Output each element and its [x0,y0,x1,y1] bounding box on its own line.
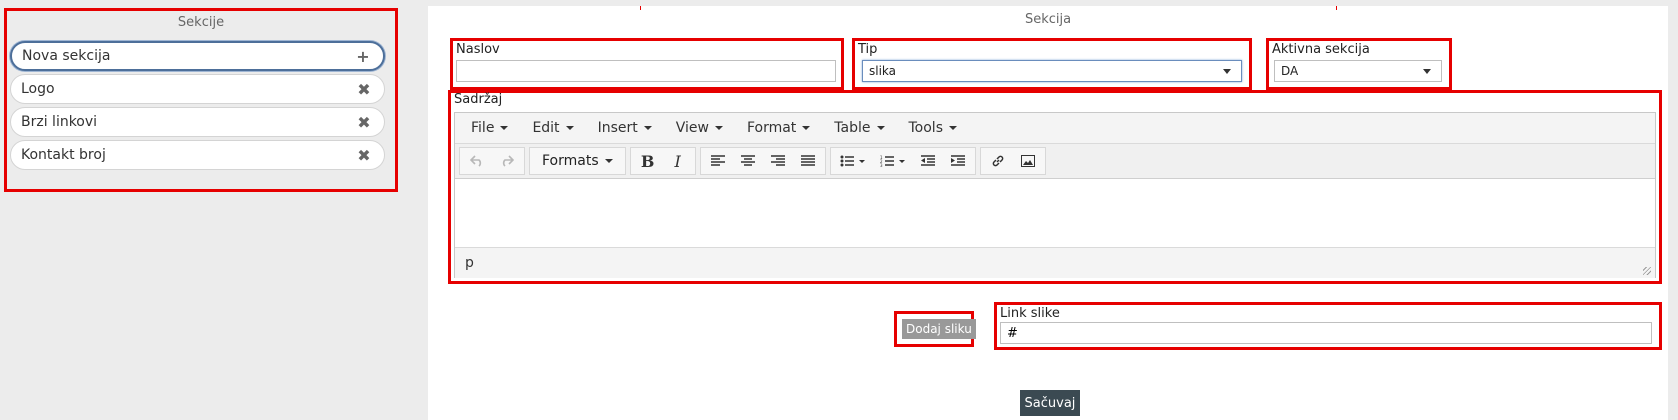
chevron-down-icon [604,159,613,163]
section-item-logo[interactable]: Logo ✖ [10,74,385,104]
aktivna-value: DA [1281,64,1299,78]
element-path[interactable]: p [465,255,474,271]
aktivna-group: Aktivna sekcija DA [1266,38,1452,90]
tip-group: Tip slika [852,38,1252,90]
redo-icon[interactable] [492,149,522,173]
plus-icon[interactable]: + [353,47,373,66]
align-center-icon[interactable] [733,149,763,173]
sadrzaj-label: Sadržaj [454,92,503,107]
bullet-list-icon[interactable] [833,149,873,173]
menu-format[interactable]: Format [735,120,822,136]
align-left-icon[interactable] [703,149,733,173]
bold-icon[interactable]: B [633,149,663,173]
section-label: Nova sekcija [22,48,111,64]
resize-handle-icon[interactable] [1643,267,1651,275]
chevron-down-icon [802,126,811,130]
editor-statusbar: p [455,248,1655,278]
chevron-down-icon [565,126,574,130]
section-editor-panel: Sekcija Naslov Tip slika Aktivna sekcija… [428,6,1668,420]
aktivna-label: Aktivna sekcija [1272,42,1370,57]
section-label: Brzi linkovi [21,114,98,130]
indent-icon[interactable] [943,149,973,173]
section-label: Logo [21,81,55,97]
chevron-down-icon [1223,68,1231,74]
aktivna-select[interactable]: DA [1274,60,1442,82]
naslov-input[interactable] [456,60,836,82]
link-slike-label: Link slike [1000,306,1060,321]
menu-view[interactable]: View [664,120,735,136]
chevron-down-icon [949,126,957,130]
naslov-label: Naslov [456,42,500,57]
undo-icon[interactable] [462,149,492,173]
image-icon[interactable] [1013,149,1043,173]
tip-label: Tip [858,42,878,57]
tip-value: slika [869,64,897,78]
section-item-brzi-linkovi[interactable]: Brzi linkovi ✖ [10,107,385,137]
link-icon[interactable] [983,149,1013,173]
editor-toolbar: Formats B I 123 [455,144,1655,179]
link-slike-input[interactable] [1000,322,1652,344]
section-item-kontakt-broj[interactable]: Kontakt broj ✖ [10,140,385,170]
marker-tick [640,6,641,10]
close-icon[interactable]: ✖ [354,113,374,132]
rich-text-editor: File Edit Insert View Format Table Tools [454,112,1656,278]
chevron-down-icon [500,126,509,130]
add-image-button[interactable]: Dodaj sliku [902,319,976,339]
menu-insert[interactable]: Insert [586,120,664,136]
sections-panel: Sekcije Nova sekcija + Logo ✖ Brzi linko… [4,8,398,192]
numbered-list-icon[interactable]: 123 [873,149,913,173]
marker-tick [1336,6,1337,10]
outdent-icon[interactable] [913,149,943,173]
sadrzaj-group: Sadržaj File Edit Insert View Format Tab… [448,90,1662,284]
menu-tools[interactable]: Tools [897,120,970,136]
sections-title: Sekcije [177,15,225,30]
menu-table[interactable]: Table [822,120,896,136]
close-icon[interactable]: ✖ [354,146,374,165]
tip-select[interactable]: slika [862,60,1242,82]
chevron-down-icon [714,126,723,130]
italic-icon[interactable]: I [663,149,693,173]
link-slike-group: Link slike [994,302,1662,350]
chevron-down-icon [876,126,885,130]
chevron-down-icon [1423,68,1431,74]
menu-file[interactable]: File [459,120,520,136]
align-right-icon[interactable] [763,149,793,173]
naslov-group: Naslov [450,38,844,90]
chevron-down-icon [643,126,652,130]
editor-menubar: File Edit Insert View Format Table Tools [455,113,1655,144]
section-item-nova[interactable]: Nova sekcija + [10,41,385,71]
section-label: Kontakt broj [21,147,106,163]
section-title: Sekcija [1024,12,1072,27]
formats-dropdown[interactable]: Formats [532,149,623,173]
menu-edit[interactable]: Edit [520,120,585,136]
svg-text:3: 3 [880,163,883,167]
save-button[interactable]: Sačuvaj [1020,390,1080,416]
close-icon[interactable]: ✖ [354,80,374,99]
editor-content[interactable] [455,179,1655,248]
align-justify-icon[interactable] [793,149,823,173]
